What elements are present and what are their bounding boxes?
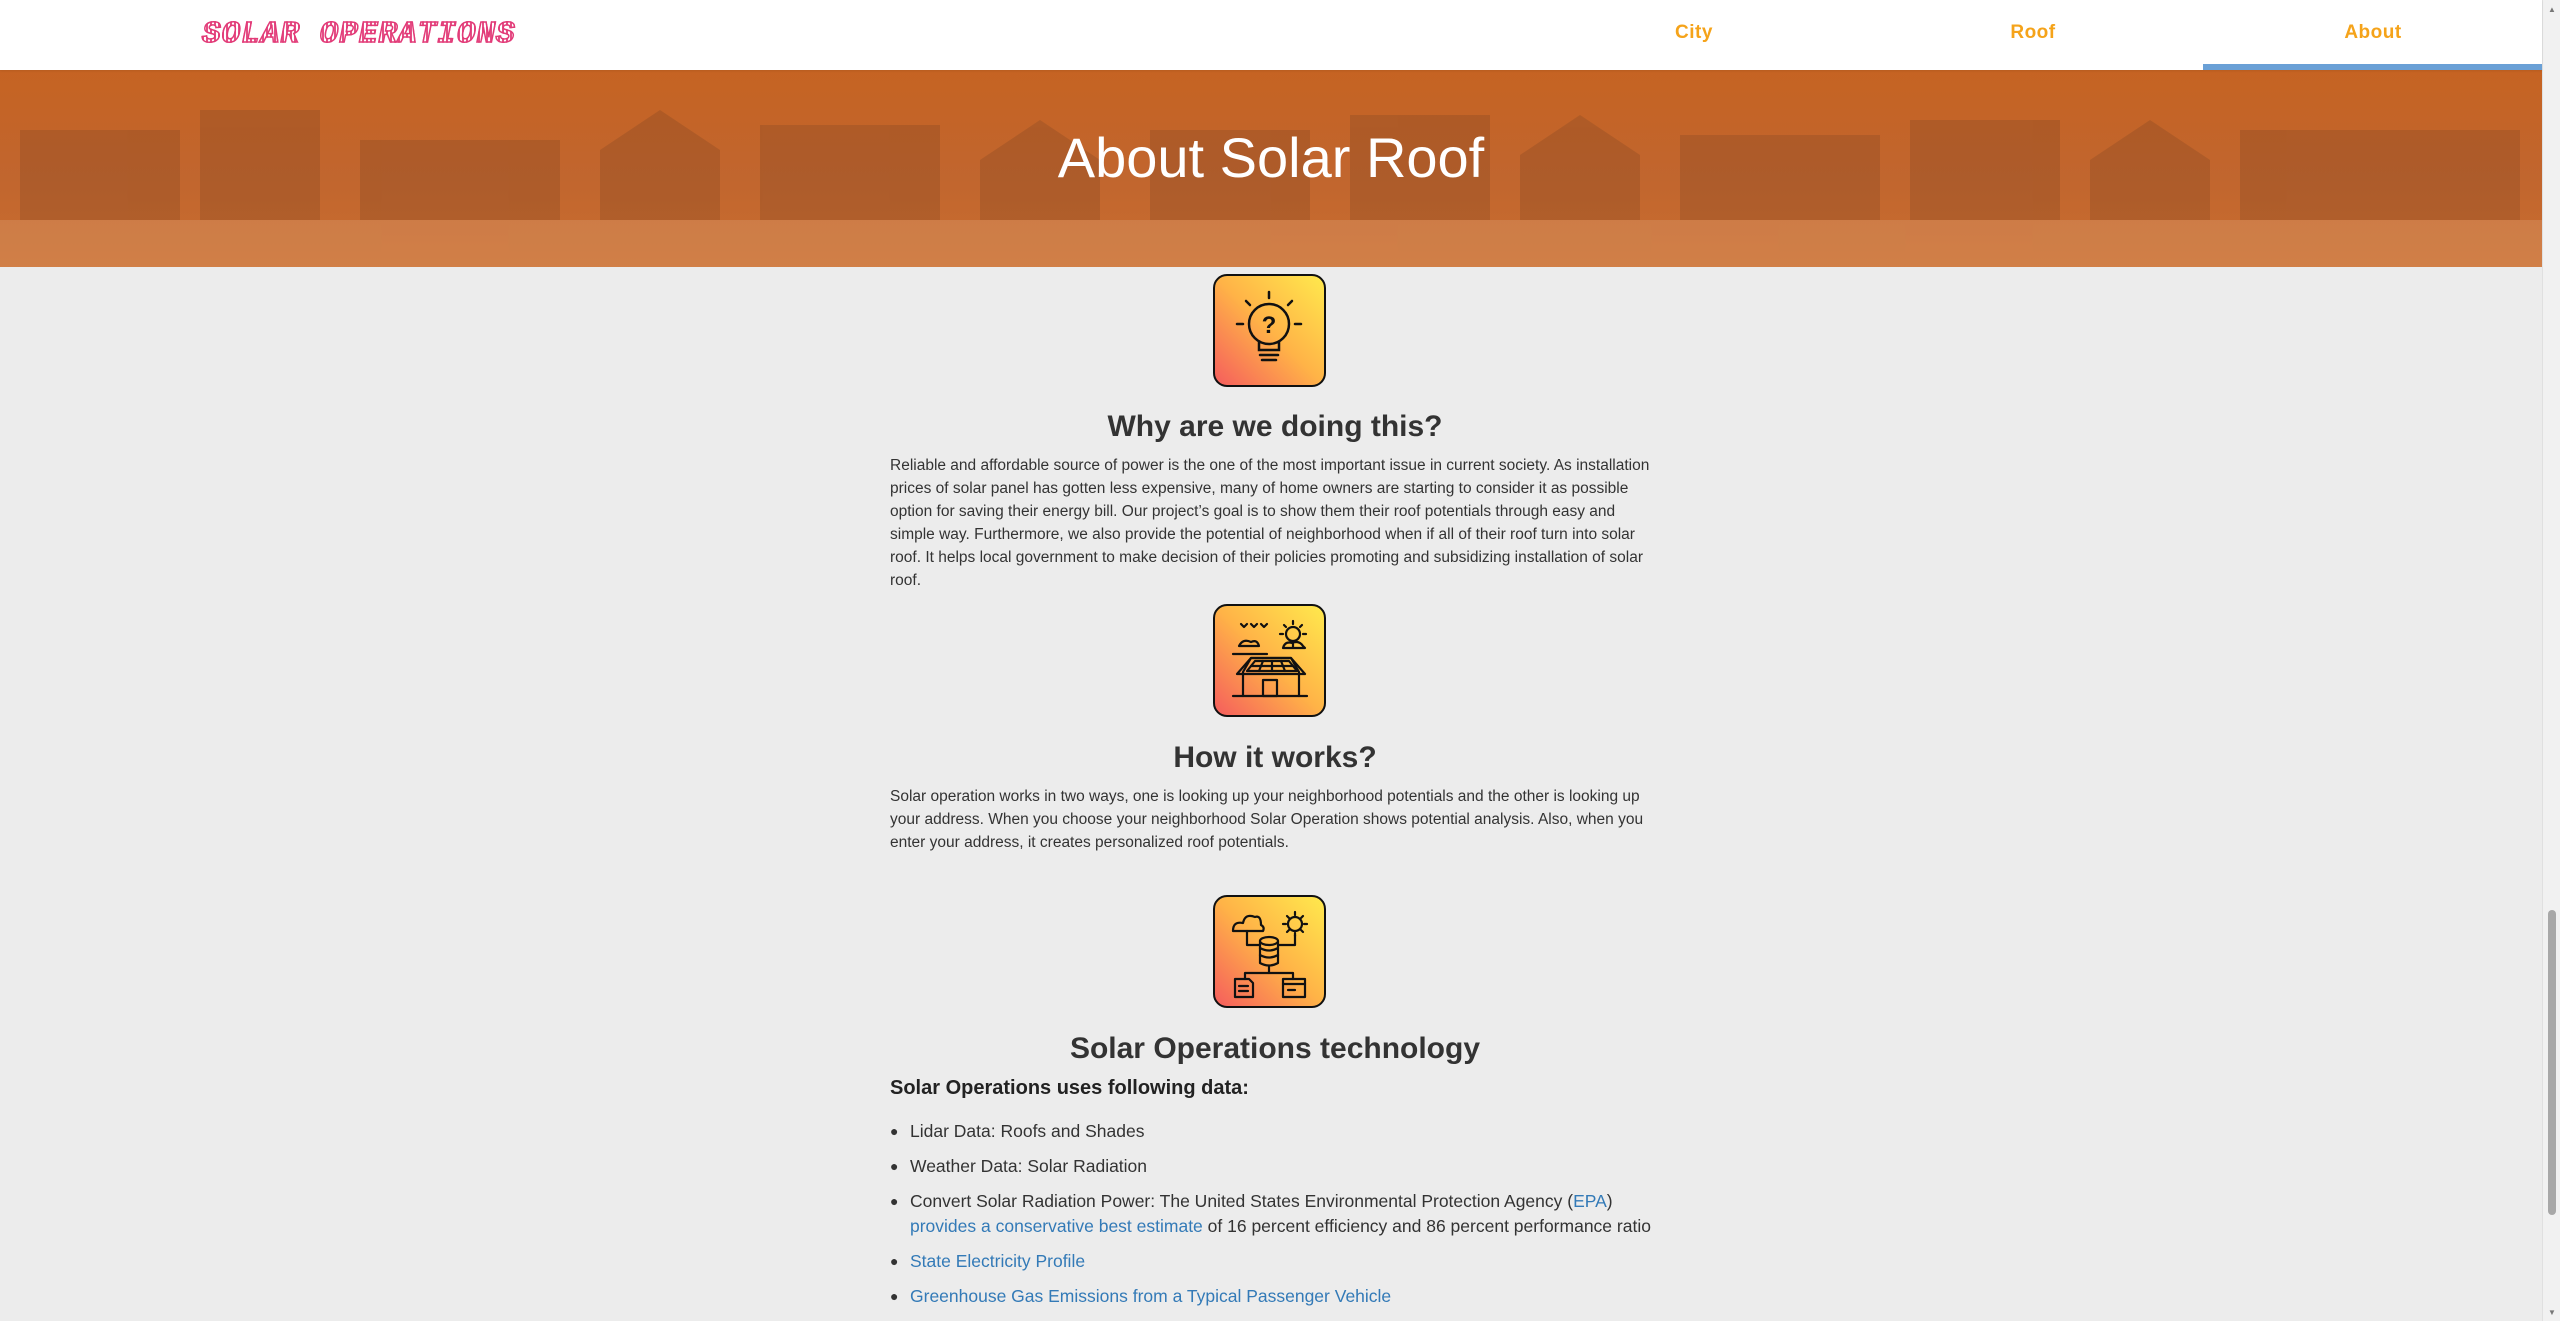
how-title: How it works? [1173,741,1377,774]
convert-item-text: Convert Solar Radiation Power: The Unite… [910,1189,1740,1239]
ghg-emissions-link[interactable]: Greenhouse Gas Emissions from a Typical … [910,1286,1391,1306]
how-paragraph: Solar operation works in two ways, one i… [890,788,1644,851]
brand-logo[interactable]: SOLAR OPERATIONS [201,16,516,53]
why-paragraph: Reliable and affordable source of power … [890,457,1650,589]
top-navbar: SOLAR OPERATIONS City Roof About [0,0,2542,70]
bullet: ● [890,1253,899,1269]
nav-item-about[interactable]: About [2203,0,2543,66]
bullet: ● [890,1288,899,1304]
solar-house-icon [1213,604,1326,717]
bullet: ● [890,1123,899,1139]
best-estimate-link[interactable]: provides a conservative best estimate [910,1216,1203,1236]
convert-item-prefix: Convert Solar Radiation Power: The Unite… [910,1191,1574,1211]
state-electricity-profile-link[interactable]: State Electricity Profile [910,1251,1085,1271]
lidar-item-text: Lidar Data: Roofs and Shades [910,1121,1145,1141]
nav-active-indicator [2203,64,2542,70]
tech-subtitle: Solar Operations uses following data: [890,1077,1249,1099]
bullet: ● [890,1158,899,1174]
why-title: Why are we doing this? [1107,410,1443,443]
svg-text:?: ? [1262,312,1277,339]
epa-link[interactable]: EPA [1573,1191,1607,1211]
lightbulb-question-icon: ? [1213,274,1326,387]
bullet: ● [890,1193,899,1209]
scroll-up-arrow-icon[interactable]: ▲ [2543,2,2560,16]
page-scrollbar[interactable]: ▲ ▼ [2542,0,2560,1321]
weather-item-text: Weather Data: Solar Radiation [910,1156,1148,1176]
scrollbar-thumb[interactable] [2548,910,2556,1215]
convert-item-paren: ) [1606,1191,1613,1211]
scroll-down-arrow-icon[interactable]: ▼ [2543,1305,2560,1319]
tech-title: Solar Operations technology [1069,1032,1481,1065]
hero-banner: About Solar Roof [0,70,2542,267]
data-network-icon [1213,895,1326,1008]
nav-item-city[interactable]: City [1524,0,1864,66]
nav-item-roof[interactable]: Roof [1863,0,2203,66]
convert-item-suffix: of 16 percent efficiency and 86 percent … [1202,1216,1651,1236]
hero-title: About Solar Roof [1057,126,1485,189]
